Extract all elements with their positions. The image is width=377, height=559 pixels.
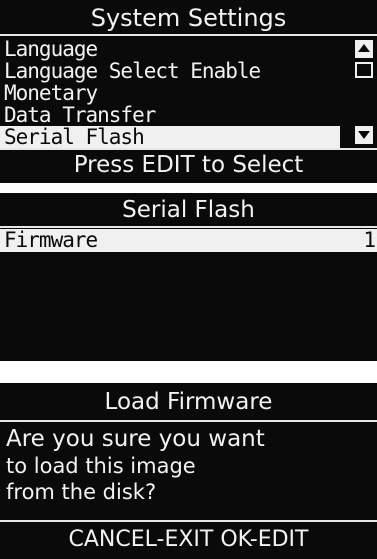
system-settings-screen: System Settings Language Language Select… [0, 0, 377, 183]
load-firmware-title: Load Firmware [104, 389, 273, 415]
load-firmware-footer: CANCEL-EXIT OK-EDIT [68, 527, 309, 552]
scroll-down-button[interactable] [355, 126, 373, 144]
scrollbar[interactable] [355, 40, 373, 148]
menu-item-monetary[interactable]: Monetary [0, 82, 340, 105]
footer-divider [0, 520, 377, 522]
load-firmware-screen: Load Firmware Are you sure you want to l… [0, 383, 377, 559]
system-settings-footer: Press EDIT to Select [73, 152, 304, 178]
triangle-down-icon [358, 131, 370, 139]
serial-flash-title: Serial Flash [122, 197, 255, 223]
scroll-thumb[interactable] [355, 62, 373, 78]
menu-item-serial-flash[interactable]: Serial Flash [0, 126, 340, 149]
message-line-3: from the disk? [6, 480, 157, 504]
message-line-2: to load this image [6, 454, 196, 478]
menu-item-firmware[interactable]: Firmware 1 [0, 229, 377, 252]
menu-item-language[interactable]: Language [0, 38, 340, 61]
title-divider [0, 420, 377, 422]
title-divider [0, 34, 377, 36]
serial-flash-screen: Serial Flash Firmware 1 [0, 193, 377, 361]
menu-item-data-transfer[interactable]: Data Transfer [0, 104, 340, 127]
scroll-up-button[interactable] [355, 40, 373, 58]
firmware-value: 1 [363, 228, 376, 252]
triangle-up-icon [358, 44, 370, 52]
system-settings-title: System Settings [90, 4, 287, 32]
firmware-label: Firmware [4, 228, 98, 252]
menu-item-language-select-enable[interactable]: Language Select Enable [0, 60, 340, 83]
message-line-1: Are you sure you want [6, 426, 265, 452]
